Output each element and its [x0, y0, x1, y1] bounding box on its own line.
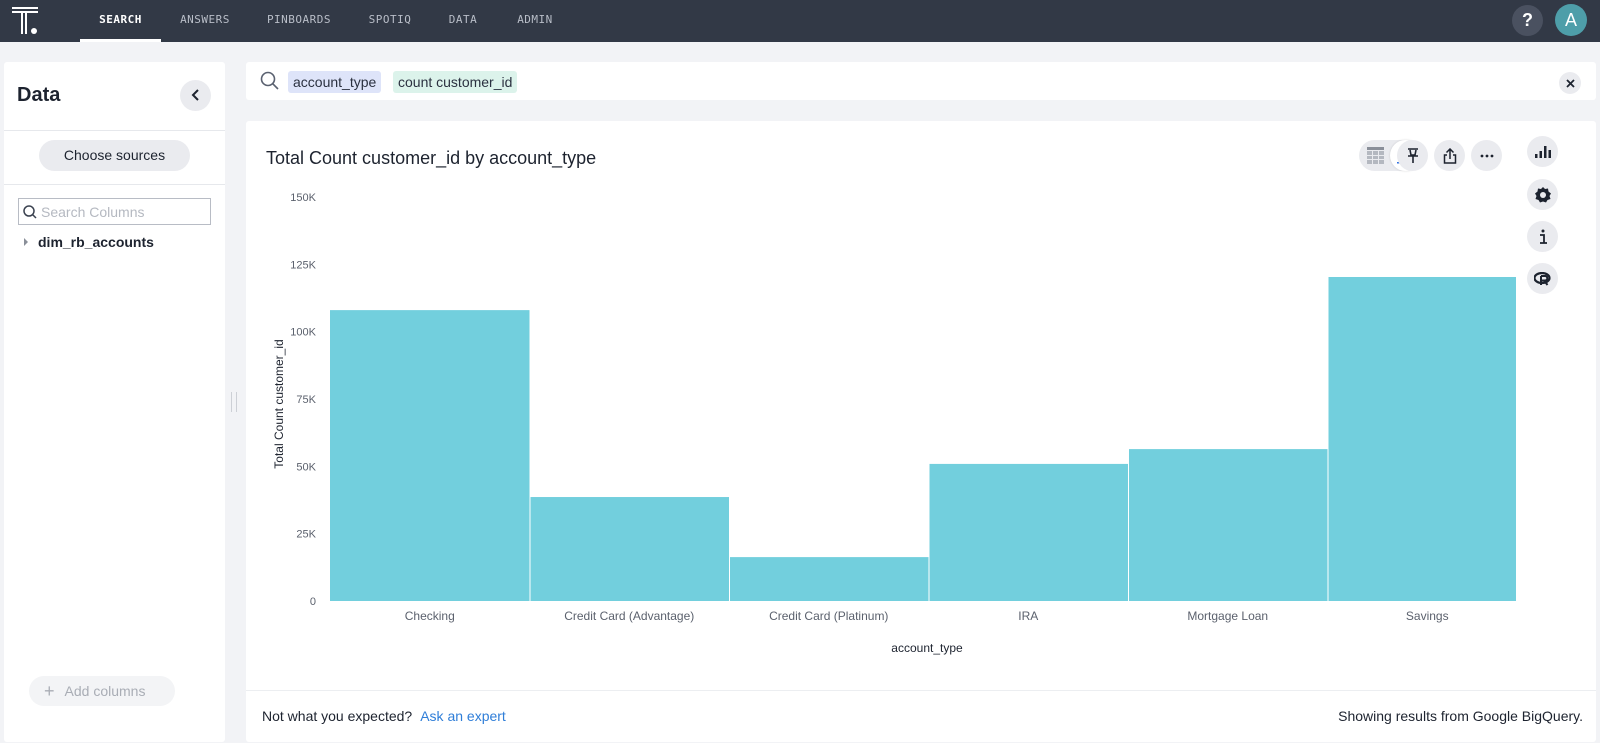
y-tick-label: 50K — [296, 461, 316, 473]
search-icon — [260, 71, 279, 90]
nav-tab-admin[interactable]: ADMIN — [510, 0, 560, 42]
x-tick-label: Savings — [1406, 609, 1449, 623]
help-button[interactable]: ? — [1512, 5, 1543, 36]
y-axis-label: Total Count customer_id — [272, 339, 286, 468]
r-analysis-button[interactable] — [1527, 263, 1558, 294]
info-icon — [1539, 229, 1547, 244]
settings-button[interactable] — [1527, 179, 1558, 210]
thoughtspot-logo[interactable] — [10, 5, 42, 37]
answer-card: Total Count customer_id by account_type — [246, 121, 1596, 742]
chart-type-icon — [1534, 146, 1551, 158]
x-axis-label: account_type — [891, 641, 963, 655]
ask-expert-link[interactable]: Ask an expert — [420, 708, 506, 724]
x-tick-label: IRA — [1018, 609, 1038, 623]
search-icon — [23, 205, 37, 219]
add-columns-button[interactable]: + Add columns — [29, 676, 175, 706]
bar[interactable] — [730, 557, 929, 601]
chevron-left-icon — [191, 89, 199, 101]
feedback-prompt: Not what you expected? Ask an expert — [262, 708, 506, 724]
clear-search-button[interactable] — [1559, 72, 1581, 94]
plus-icon: + — [44, 681, 55, 701]
x-tick-label: Mortgage Loan — [1187, 609, 1268, 623]
nav-tab-data[interactable]: DATA — [440, 0, 486, 42]
y-tick-label: 0 — [310, 596, 316, 608]
bar[interactable] — [330, 310, 530, 601]
user-avatar[interactable]: A — [1555, 4, 1587, 36]
bar-chart: 0 25K 50K 75K 100K 125K 150K Checking Credit Ca… — [272, 192, 1517, 655]
divider — [4, 184, 225, 185]
collapse-sidebar-button[interactable] — [180, 80, 211, 111]
sidebar-title: Data — [17, 84, 61, 106]
search-columns-input[interactable] — [41, 202, 206, 221]
bar[interactable] — [1328, 276, 1517, 601]
y-tick-label: 125K — [290, 259, 316, 271]
search-token-attribute[interactable]: account_type — [288, 71, 382, 93]
nav-tab-spotiq[interactable]: SPOTIQ — [357, 0, 423, 42]
r-analysis-icon — [1533, 271, 1551, 286]
bar[interactable] — [929, 463, 1129, 601]
choose-sources-button[interactable]: Choose sources — [39, 140, 190, 171]
close-icon — [1565, 79, 1575, 88]
gear-icon — [1534, 186, 1551, 202]
caret-right-icon[interactable] — [24, 238, 28, 246]
nav-tab-answers[interactable]: ANSWERS — [167, 0, 243, 42]
x-tick-label: Credit Card (Platinum) — [769, 609, 888, 623]
search-columns-field[interactable] — [18, 198, 211, 225]
tree-item-table[interactable]: dim_rb_accounts — [24, 234, 154, 250]
add-columns-label: Add columns — [64, 683, 146, 699]
chart-type-button[interactable] — [1527, 136, 1558, 167]
y-tick-label: 25K — [296, 529, 316, 541]
search-token-measure[interactable]: count customer_id — [393, 71, 518, 93]
feedback-question: Not what you expected? — [262, 708, 413, 724]
info-button[interactable] — [1527, 221, 1558, 252]
nav-tab-search[interactable]: SEARCH — [80, 0, 161, 42]
bar[interactable] — [1129, 449, 1328, 601]
y-tick-label: 150K — [290, 192, 316, 204]
divider — [246, 690, 1596, 691]
search-bar[interactable]: account_type count customer_id — [246, 62, 1596, 100]
sidebar-resize-handle[interactable] — [231, 392, 238, 412]
nav-tab-pinboards[interactable]: PINBOARDS — [258, 0, 340, 42]
y-tick-label: 75K — [296, 394, 316, 406]
data-sidebar: Data Choose sources dim_rb_accounts + Add… — [4, 62, 225, 742]
top-nav: SEARCH ANSWERS PINBOARDS SPOTIQ DATA ADM… — [0, 0, 1600, 42]
bar[interactable] — [530, 497, 730, 601]
x-tick-label: Checking — [405, 609, 455, 623]
tree-item-label: dim_rb_accounts — [38, 234, 154, 250]
y-tick-label: 100K — [290, 327, 316, 339]
data-source-note: Showing results from Google BigQuery. — [1338, 708, 1583, 724]
divider — [4, 130, 225, 131]
x-tick-label: Credit Card (Advantage) — [564, 609, 694, 623]
